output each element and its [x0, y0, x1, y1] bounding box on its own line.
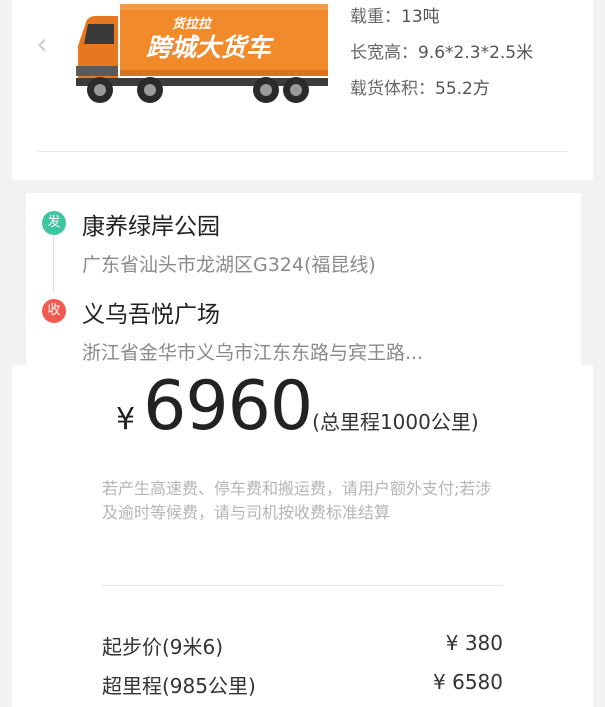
total-price: ¥ 6960 (总里程1000公里)	[116, 367, 479, 446]
spec-value: 13吨	[401, 7, 440, 27]
end-place-address: 浙江省金华市义乌市江东东路与宾王路...	[82, 342, 424, 364]
fee-row-base: 起步价(9米6) ¥ 380	[102, 631, 503, 660]
start-badge: 发	[42, 211, 66, 235]
price-amount: 6960	[143, 367, 313, 446]
truck-banner-large: 跨城大货车	[146, 33, 275, 62]
truck-image: 货拉拉 跨城大货车	[76, 4, 328, 103]
end-place-name[interactable]: 义乌吾悦广场	[82, 295, 220, 329]
start-place-address: 广东省汕头市龙湖区G324(福昆线)	[82, 254, 376, 276]
distance-note: (总里程1000公里)	[312, 410, 479, 434]
vehicle-specs: 载重： 13吨 长宽高： 9.6*2.3*2.5米 载货体积： 55.2方	[350, 6, 533, 114]
extra-fee-note: 若产生高速费、停车费和搬运费，请用户额外支付;若涉及逾时等候费，请与司机按收费标…	[102, 479, 492, 522]
fee-row-extra-distance: 超里程(985公里) ¥ 6580	[102, 670, 503, 699]
spec-load: 载重： 13吨	[350, 6, 533, 42]
truck-banner-small: 货拉拉	[172, 16, 213, 32]
fee-label: 起步价(9米6)	[102, 635, 224, 659]
fee-label: 超里程(985公里)	[102, 674, 256, 698]
fee-value: ¥ 380	[445, 631, 503, 655]
end-badge: 收	[42, 299, 66, 323]
spec-value: 9.6*2.3*2.5米	[418, 43, 534, 63]
spec-label: 载重：	[350, 7, 401, 27]
price-sheet: ¥ 6960 (总里程1000公里) 若产生高速费、停车费和搬运费，请用户额外支…	[12, 365, 593, 707]
spec-label: 载货体积：	[350, 79, 435, 99]
fee-value: ¥ 6580	[433, 670, 503, 694]
route-card: 发 康养绿岸公园 广东省汕头市龙湖区G324(福昆线) 收 义乌吾悦广场 浙江省…	[26, 193, 581, 383]
currency-symbol: ¥	[116, 402, 136, 437]
divider	[38, 151, 567, 152]
vehicle-card: ‹ 货拉拉 跨城大货车 载重： 13吨 长宽高： 9.6*2.3*2.5米 载货…	[12, 0, 593, 180]
route-connector	[53, 233, 54, 293]
start-place-name[interactable]: 康养绿岸公园	[82, 207, 220, 241]
spec-value: 55.2方	[435, 79, 490, 99]
divider	[102, 585, 503, 586]
spec-dimensions: 长宽高： 9.6*2.3*2.5米	[350, 42, 533, 78]
chevron-left-icon[interactable]: ‹	[36, 30, 48, 60]
spec-volume: 载货体积： 55.2方	[350, 78, 533, 114]
spec-label: 长宽高：	[350, 43, 418, 63]
